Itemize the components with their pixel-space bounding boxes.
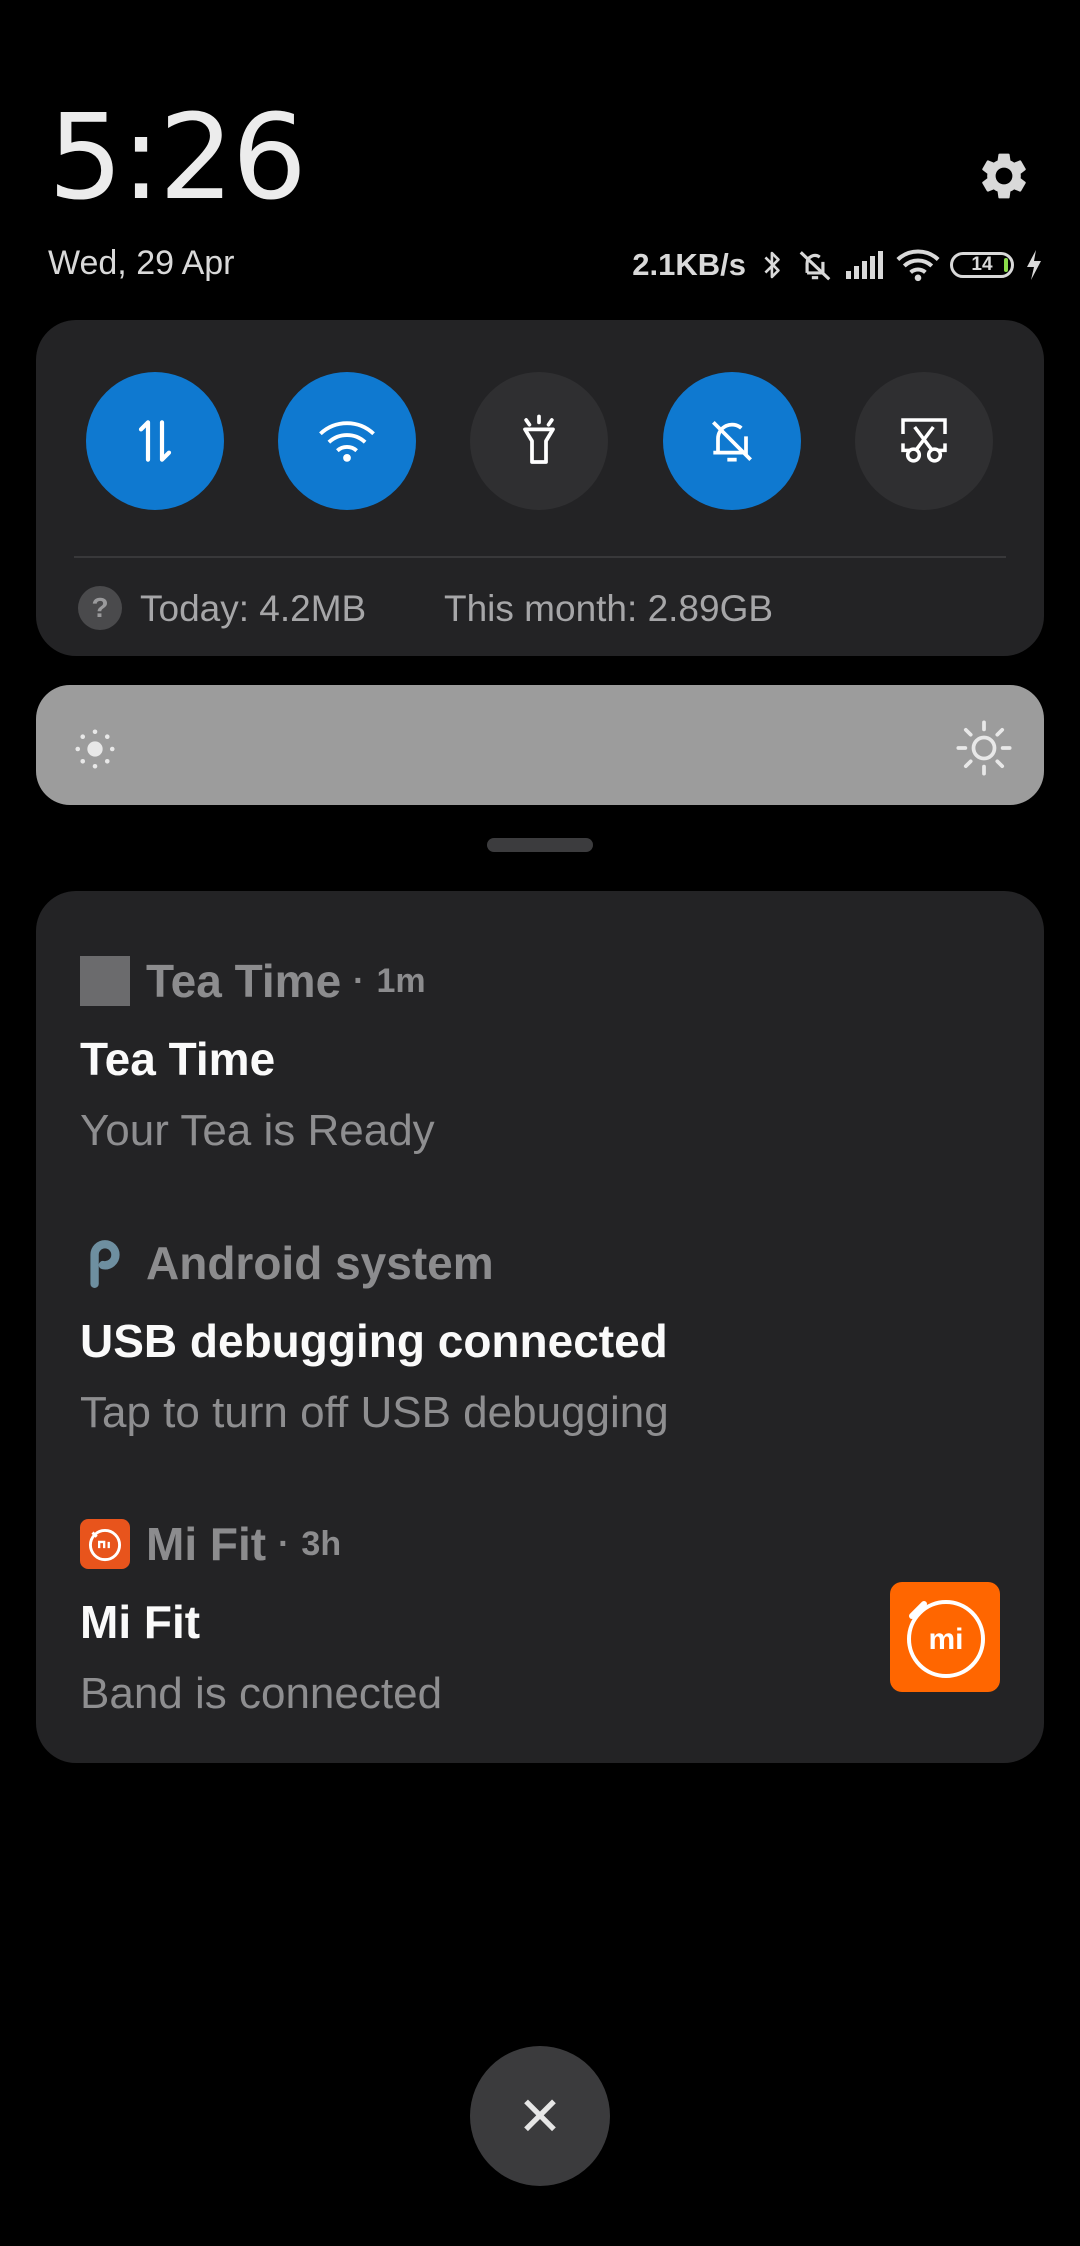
bell-off-icon [712,421,752,462]
brightness-slider[interactable] [36,685,1044,805]
notification-body: Your Tea is Ready [80,1106,435,1155]
notification-title: Mi Fit [80,1596,201,1648]
notification-header: Mi Fit · 3h [80,1518,960,1570]
clock-date[interactable]: Wed, 29 Apr [48,244,235,283]
notification-title: USB debugging connected [80,1315,668,1367]
notification-usb-debugging[interactable]: Android system USB debugging connected T… [80,1237,960,1438]
notification-app-name: Mi Fit [146,1518,267,1570]
notification-tea-time[interactable]: Tea Time · 1m Tea Time Your Tea is Ready [80,955,960,1156]
notification-dot: · [278,1524,290,1563]
notification-time: 1m [376,961,426,1000]
tea-time-app-icon [80,956,130,1006]
data-arrows-icon [138,420,172,462]
quick-settings-divider [74,556,1006,558]
flashlight-icon [523,414,555,464]
clear-all-button[interactable]: ✕ [470,2046,610,2186]
notification-header: Tea Time · 1m [80,955,960,1007]
help-icon[interactable]: ? [78,586,122,630]
android-system-app-icon [90,1240,120,1288]
charging-bolt-icon [1027,250,1041,280]
network-speed: 2.1KB/s [632,247,746,282]
mobile-data-toggle[interactable] [86,372,224,510]
notification-header: Android system [80,1237,960,1289]
vibrate-off-icon [799,251,831,281]
screenshot-toggle[interactable] [855,372,993,510]
notification-dot: · [353,961,365,1000]
wifi-status-icon [896,249,940,282]
bluetooth-icon [764,251,780,279]
signal-icon [846,251,883,279]
wifi-toggle[interactable] [278,372,416,510]
close-icon: ✕ [517,2086,563,2147]
battery-level: 14 [971,254,993,275]
brightness-low-icon [75,729,115,769]
drag-handle[interactable] [487,838,593,852]
settings-gear-icon[interactable] [976,148,1032,204]
notification-app-name: Tea Time [146,955,342,1007]
mi-fit-app-icon [80,1519,130,1569]
notification-mi-fit[interactable]: Mi Fit · 3h Mi Fit Band is connected [80,1518,960,1719]
notification-app-name: Android system [146,1237,494,1289]
notification-title: Tea Time [80,1033,276,1085]
silent-mode-toggle[interactable] [663,372,801,510]
notification-body: Band is connected [80,1669,443,1718]
data-usage-today[interactable]: Today: 4.2MB [140,585,366,633]
notification-time: 3h [301,1524,342,1563]
status-bar: 2.1KB/s 14 [632,244,1044,286]
brightness-high-icon [956,720,1012,776]
mi-fit-thumbnail-text: mi [928,1623,963,1656]
data-usage-month[interactable]: This month: 2.89GB [444,585,773,633]
clock-time[interactable]: 5:26 [48,95,307,220]
screenshot-scissors-icon [901,418,947,463]
mi-fit-thumbnail-icon: mi [890,1582,1000,1692]
battery-icon: 14 [950,252,1014,278]
flashlight-toggle[interactable] [470,372,608,510]
notification-body: Tap to turn off USB debugging [80,1388,669,1437]
wifi-icon [319,421,375,462]
